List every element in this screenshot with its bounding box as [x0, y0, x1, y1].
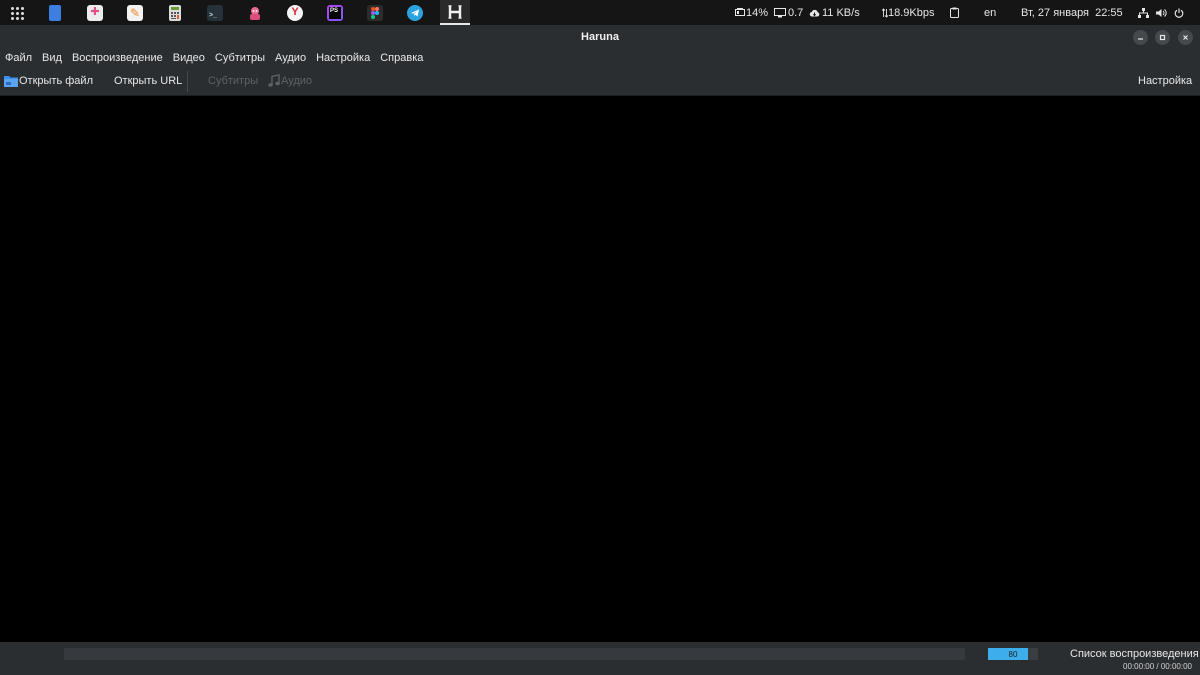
- subtitles-icon: [194, 77, 206, 85]
- menu-subtitles[interactable]: Субтитры: [210, 52, 270, 64]
- system-load-value: 0.7: [788, 6, 804, 19]
- open-url-button[interactable]: Открыть URL: [100, 72, 182, 90]
- close-icon: [1183, 35, 1188, 40]
- software-store-icon: ✚: [87, 4, 103, 21]
- monitor-icon: [774, 7, 786, 17]
- audio-button[interactable]: Аудио: [267, 72, 312, 90]
- menubar: Файл Вид Воспроизведение Видео Субтитры …: [0, 48, 1200, 67]
- music-note-icon: [268, 74, 280, 87]
- taskbar-app-telegram[interactable]: [400, 0, 430, 25]
- open-file-label: Открыть файл: [19, 75, 93, 87]
- taskbar-app-haruna[interactable]: [440, 0, 470, 25]
- settings-icon: [1126, 77, 1134, 85]
- maximize-icon: [1159, 34, 1166, 41]
- menu-file[interactable]: Файл: [0, 52, 37, 64]
- power-menu-button[interactable]: [1174, 0, 1184, 25]
- document-viewer-icon: [49, 4, 61, 21]
- speaker-icon: [1156, 8, 1167, 17]
- settings-label: Настройка: [1138, 75, 1193, 87]
- video-area[interactable]: [0, 96, 1200, 642]
- network-speed-indicator[interactable]: 11 KB/s: [809, 0, 860, 25]
- menu-video[interactable]: Видео: [168, 52, 210, 64]
- taskbar-app-document-viewer[interactable]: [40, 0, 70, 25]
- taskbar-app-figma[interactable]: [360, 0, 390, 25]
- figma-icon: [367, 4, 383, 21]
- menu-help[interactable]: Справка: [375, 52, 428, 64]
- battery-indicator[interactable]: 14%: [735, 0, 768, 25]
- playback-time: 00:00:00 / 00:00:00: [1123, 662, 1192, 671]
- network-status-indicator[interactable]: [1138, 0, 1149, 25]
- clock-datetime: Вт, 27 января 22:55: [1021, 6, 1123, 19]
- system-load-indicator[interactable]: 0.7: [774, 0, 803, 25]
- bitrate-value: 18.9Kbps: [888, 6, 935, 19]
- terminal-icon: >_: [207, 4, 223, 21]
- keyboard-layout-label: en: [984, 6, 997, 19]
- folder-icon: [4, 76, 18, 87]
- menu-settings[interactable]: Настройка: [311, 52, 375, 64]
- subtitles-button[interactable]: Субтитры: [194, 72, 258, 90]
- menu-audio[interactable]: Аудио: [270, 52, 311, 64]
- network-wired-icon: [1138, 7, 1149, 18]
- haruna-icon: [447, 4, 463, 20]
- minimize-button[interactable]: [1133, 30, 1148, 45]
- open-file-button[interactable]: Открыть файл: [4, 72, 93, 90]
- minimize-icon: [1138, 38, 1143, 40]
- playlist-toggle-button[interactable]: Список воспроизведения: [1070, 648, 1199, 660]
- telegram-icon: [407, 4, 423, 21]
- clipboard-indicator[interactable]: [950, 0, 959, 25]
- menu-view[interactable]: Вид: [37, 52, 67, 64]
- volume-value: 80: [1008, 649, 1018, 659]
- window-title: Haruna: [581, 30, 619, 43]
- cloud-download-icon: [809, 9, 820, 16]
- taskbar-app-terminal[interactable]: >_: [200, 0, 230, 25]
- toolbar-separator: [187, 71, 188, 92]
- clipboard-icon: [950, 7, 959, 18]
- clock[interactable]: Вт, 27 января 22:55: [1021, 0, 1123, 25]
- taskbar-app-pink-app[interactable]: [240, 0, 270, 25]
- top-panel: ✚ ✎ >_ Y PS 14% 0.7 11 KB/s 18.9Kbps en …: [0, 0, 1200, 25]
- maximize-button[interactable]: [1155, 30, 1170, 45]
- close-button[interactable]: [1178, 30, 1193, 45]
- toolbar: Открыть файл Открыть URL Субтитры Аудио …: [0, 67, 1200, 96]
- seek-slider[interactable]: [64, 648, 965, 660]
- open-url-label: Открыть URL: [114, 75, 183, 87]
- taskbar-app-text-editor[interactable]: ✎: [120, 0, 150, 25]
- phpstorm-icon: PS: [327, 4, 343, 21]
- subtitles-label: Субтитры: [208, 75, 259, 87]
- text-editor-icon: ✎: [127, 4, 143, 21]
- taskbar-app-software-store[interactable]: ✚: [80, 0, 110, 25]
- pink-character-icon: [247, 5, 263, 21]
- window-titlebar[interactable]: Haruna: [0, 25, 1200, 48]
- volume-slider[interactable]: 80: [988, 648, 1038, 660]
- taskbar-app-calculator[interactable]: [160, 0, 190, 25]
- yandex-browser-icon: Y: [287, 4, 303, 21]
- taskbar-app-phpstorm[interactable]: PS: [320, 0, 350, 25]
- calculator-icon: [169, 4, 181, 21]
- settings-button[interactable]: Настройка: [1124, 72, 1192, 90]
- bitrate-indicator[interactable]: 18.9Kbps: [882, 0, 934, 25]
- battery-icon: [735, 8, 745, 16]
- battery-percent: 14%: [746, 6, 769, 19]
- playback-controls[interactable]: [6, 648, 60, 662]
- taskbar-app-yandex-browser[interactable]: Y: [280, 0, 310, 25]
- link-icon: [101, 76, 111, 86]
- audio-label: Аудио: [281, 75, 313, 87]
- menu-playback[interactable]: Воспроизведение: [67, 52, 168, 64]
- power-icon: [1174, 8, 1184, 18]
- keyboard-layout-indicator[interactable]: en: [984, 0, 996, 25]
- app-launcher-grid-icon[interactable]: [6, 2, 28, 24]
- network-speed-value: 11 KB/s: [822, 6, 860, 19]
- volume-indicator[interactable]: [1156, 0, 1167, 25]
